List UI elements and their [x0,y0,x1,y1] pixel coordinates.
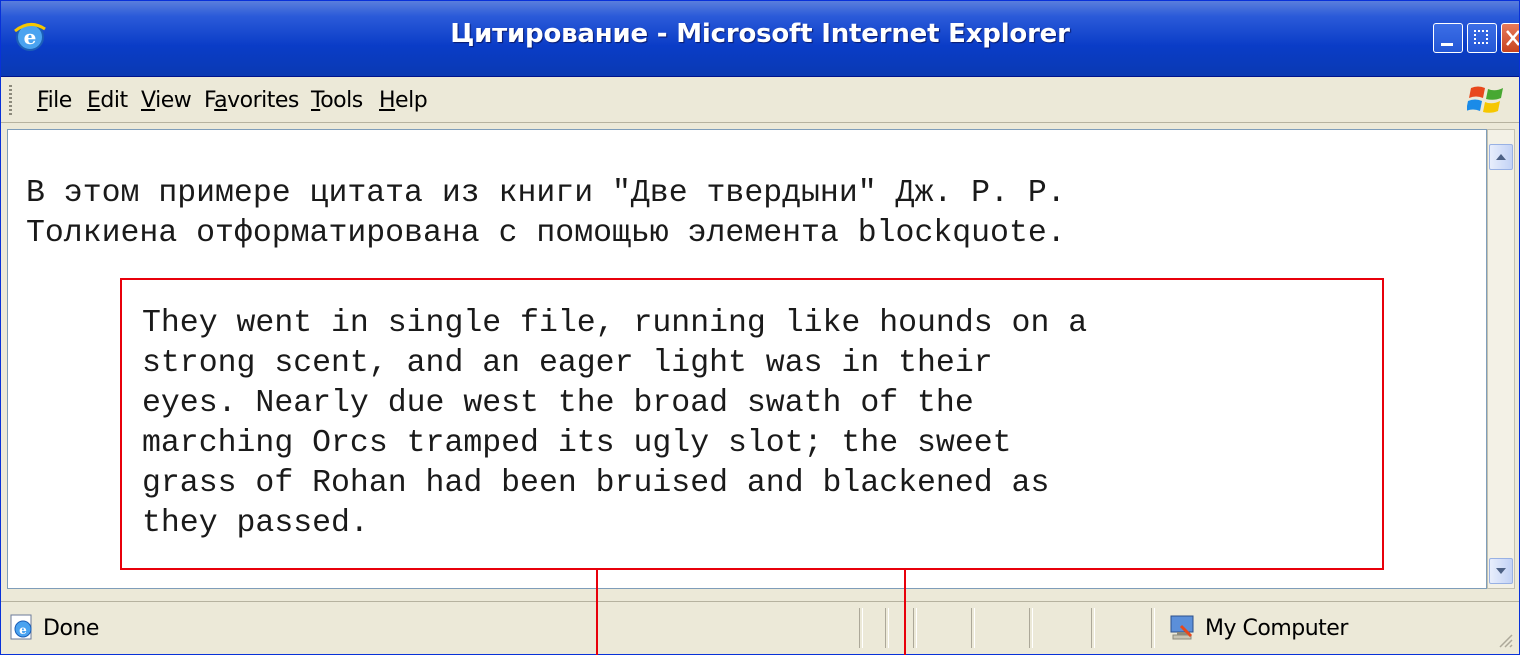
close-button[interactable] [1501,23,1519,53]
intro-paragraph: В этом примере цитата из книги "Две твер… [26,176,1066,251]
resize-grip-icon[interactable] [1495,630,1513,648]
title-bar[interactable]: e Цитирование - Microsoft Internet Explo… [1,1,1519,77]
vertical-scrollbar[interactable] [1487,129,1515,589]
maximize-button[interactable] [1467,23,1497,53]
status-divider [1151,608,1155,648]
arrow-up-icon [1496,154,1506,160]
menu-bar: File Edit View Favorites Tools Help [1,77,1519,123]
svg-text:e: e [19,623,27,637]
status-divider [885,608,889,648]
close-icon [1506,30,1519,46]
menu-tools[interactable]: Tools [311,88,363,113]
status-divider [1091,608,1095,648]
menu-view[interactable]: View [141,88,192,113]
scroll-down-button[interactable] [1489,558,1513,584]
menu-edit[interactable]: Edit [87,88,128,113]
my-computer-icon [1170,615,1194,640]
scroll-up-button[interactable] [1489,144,1513,170]
status-divider [913,608,917,648]
status-divider [1029,608,1033,648]
toolbar-grip[interactable] [9,85,12,115]
menu-favorites[interactable]: Favorites [204,88,299,113]
menu-file[interactable]: File [37,88,72,113]
minimize-button[interactable] [1433,23,1463,53]
page-content: В этом примере цитата из книги "Две твер… [7,129,1487,589]
windows-logo-icon [1467,86,1503,113]
arrow-down-icon [1496,568,1506,574]
status-divider [859,608,863,648]
blockquote: They went in single file, running like h… [142,306,1088,541]
browser-window: e Цитирование - Microsoft Internet Explo… [0,0,1520,655]
page-done-icon: e [10,614,32,640]
menu-help[interactable]: Help [379,88,428,113]
window-title: Цитирование - Microsoft Internet Explore… [450,19,1070,49]
status-text: Done [43,616,99,641]
status-bar: e Done My Computer [1,601,1519,654]
status-divider [971,608,975,648]
security-zone: My Computer [1205,616,1348,641]
